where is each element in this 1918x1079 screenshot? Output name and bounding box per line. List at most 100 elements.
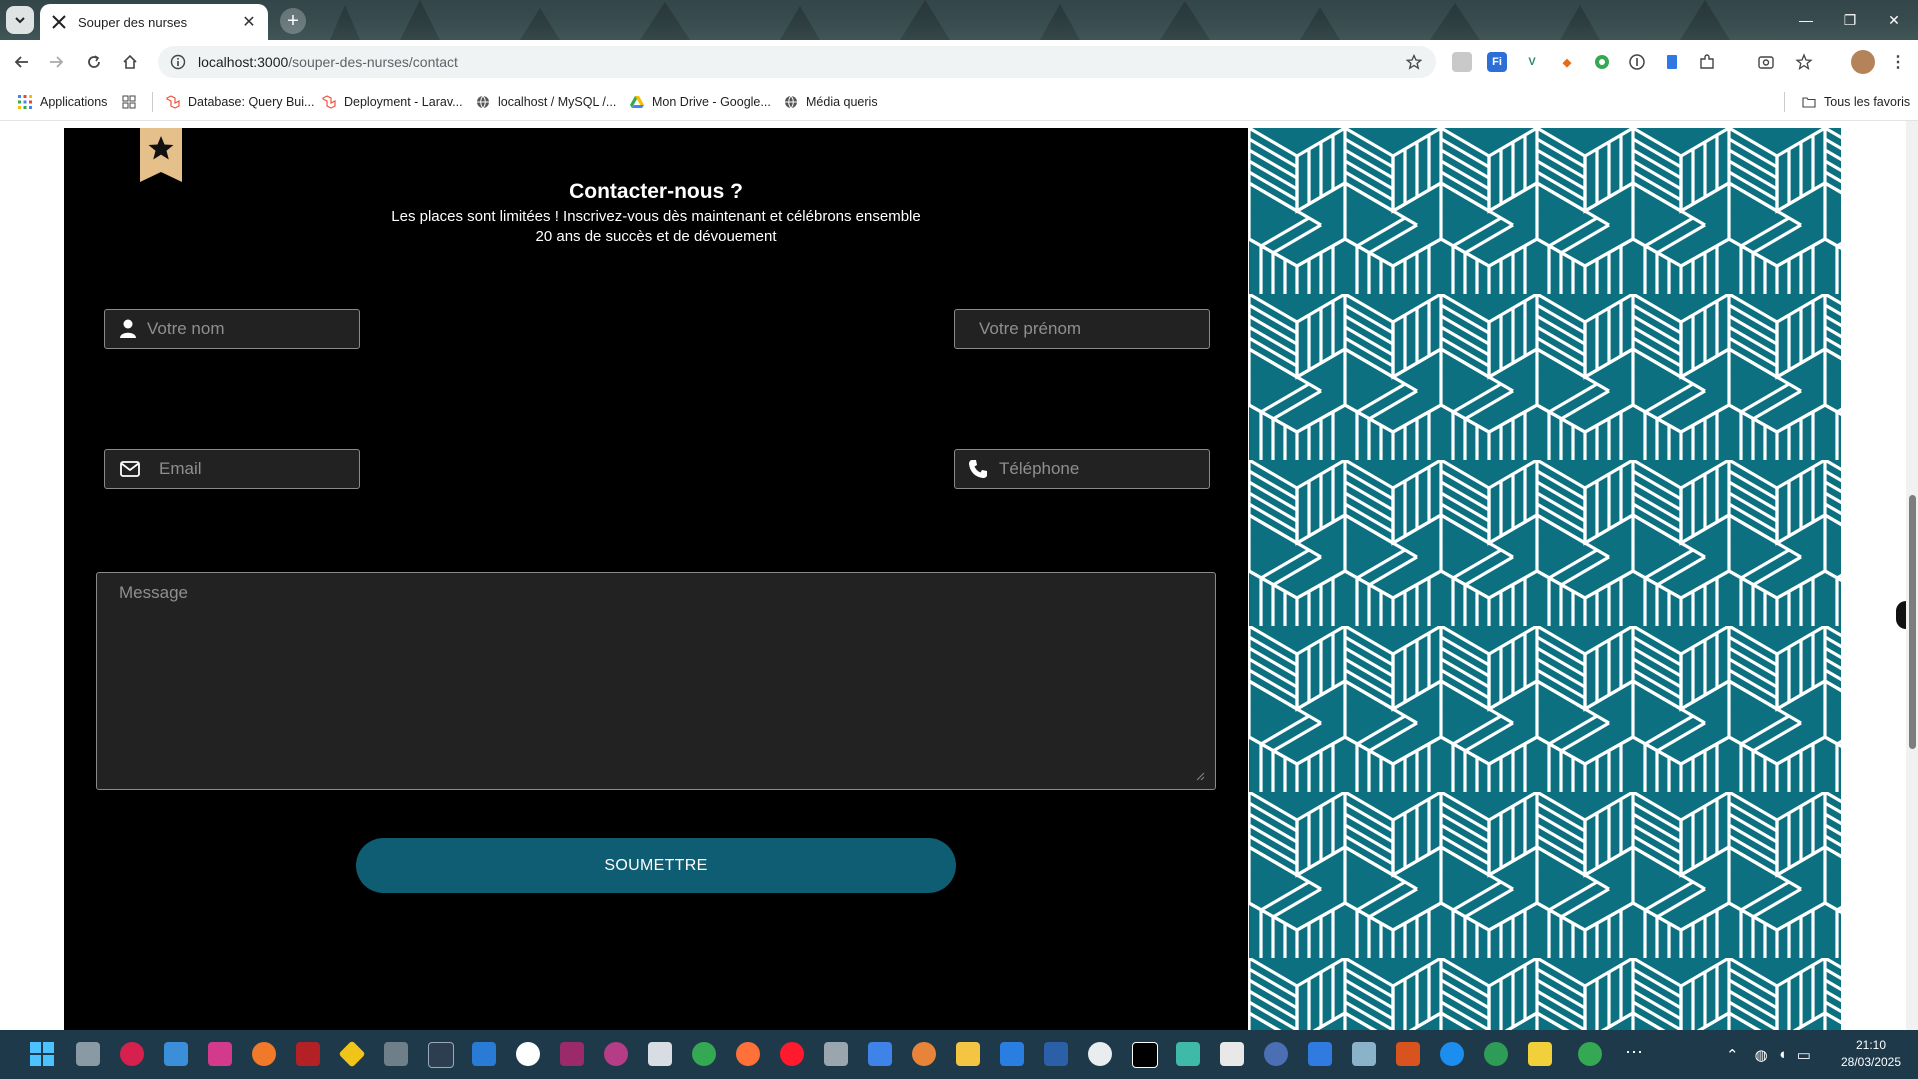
app-icon-globe[interactable] <box>1484 1042 1508 1066</box>
forward-button[interactable] <box>44 50 68 74</box>
more-apps-icon[interactable]: ⋯ <box>1622 1042 1646 1066</box>
favorites-icon[interactable] <box>1794 52 1814 72</box>
file-explorer-icon[interactable] <box>956 1042 980 1066</box>
tab-search-button[interactable] <box>6 6 34 34</box>
bookmark-localhost-mysql[interactable]: localhost / MySQL /... <box>476 93 616 111</box>
submit-button[interactable]: SOUMETTRE <box>356 838 956 893</box>
opera-icon[interactable] <box>780 1042 804 1066</box>
bookmark-label: Database: Query Bui... <box>188 95 315 109</box>
bookmark-star-icon[interactable] <box>1404 52 1424 72</box>
profile-avatar[interactable] <box>1851 50 1875 74</box>
menu-kebab-icon[interactable]: ⋮ <box>1888 52 1908 72</box>
skype-icon[interactable] <box>1440 1042 1464 1066</box>
task-view-icon[interactable] <box>76 1042 100 1066</box>
app-icon-azure[interactable] <box>1000 1042 1024 1066</box>
browser-tab-active[interactable]: Souper des nurses ✕ <box>40 4 268 40</box>
store-icon[interactable] <box>868 1042 892 1066</box>
fork-knife-icon <box>50 13 68 31</box>
app-icon-yellow[interactable] <box>1528 1042 1552 1066</box>
bookmark-database-query-builder[interactable]: Database: Query Bui... <box>166 93 314 111</box>
name-field[interactable]: Votre nom <box>104 309 360 349</box>
extensions-puzzle-icon[interactable] <box>1697 52 1717 72</box>
screenshot-icon[interactable] <box>1756 52 1776 72</box>
app-icon-calendar[interactable] <box>1220 1042 1244 1066</box>
bookmark-applications[interactable]: Applications <box>18 93 107 111</box>
floating-side-tab[interactable] <box>1896 601 1906 629</box>
tab-close-icon[interactable]: ✕ <box>240 13 258 31</box>
back-button[interactable] <box>10 50 34 74</box>
filezilla-icon[interactable] <box>296 1042 320 1066</box>
qbittorrent-icon[interactable] <box>1264 1042 1288 1066</box>
app-icon-info[interactable] <box>1044 1042 1068 1066</box>
app-icon-cube[interactable] <box>648 1042 672 1066</box>
all-bookmarks-folder[interactable]: Tous les favoris <box>1802 93 1910 111</box>
decorative-pattern-panel <box>1249 128 1841 1030</box>
vscode-icon[interactable] <box>472 1042 496 1066</box>
extension-clipboard-icon[interactable] <box>1662 52 1682 72</box>
extension-translate-icon[interactable] <box>1452 52 1472 72</box>
bookmark-media-queris[interactable]: Média queris <box>784 93 878 111</box>
app-icon-orange[interactable] <box>252 1042 276 1066</box>
address-bar[interactable]: localhost:3000/souper-des-nurses/contact <box>158 46 1436 78</box>
app-icon-clock[interactable] <box>1088 1042 1112 1066</box>
app-icon-purple[interactable] <box>560 1042 584 1066</box>
app-icon-gray[interactable] <box>824 1042 848 1066</box>
app-icon-teal[interactable] <box>1176 1042 1200 1066</box>
terminal-icon[interactable] <box>428 1042 454 1068</box>
volume-icon[interactable]: ◖ <box>1778 1046 1787 1063</box>
network-icon[interactable]: ◍ <box>1755 1046 1768 1064</box>
phone-field[interactable]: Téléphone <box>954 449 1210 489</box>
bookmarks-divider <box>152 92 153 112</box>
tray-chevron-up-icon[interactable]: ⌃ <box>1726 1046 1739 1064</box>
resize-handle-icon[interactable] <box>1195 771 1205 781</box>
close-window-button[interactable]: ✕ <box>1882 8 1906 32</box>
extension-tampermonkey-icon[interactable]: ◆ <box>1557 52 1577 72</box>
email-field[interactable]: Email <box>104 449 360 489</box>
battery-icon[interactable]: ▭ <box>1797 1046 1811 1064</box>
reload-button[interactable] <box>82 50 106 74</box>
home-icon <box>123 54 137 69</box>
app-icon-pink[interactable] <box>208 1042 232 1066</box>
phone-placeholder: Téléphone <box>999 459 1080 478</box>
chevron-down-icon <box>15 17 25 24</box>
scrollbar-thumb[interactable] <box>1909 495 1916 749</box>
geometric-pattern-image <box>1249 128 1841 1030</box>
extension-fi-icon[interactable]: Fi <box>1487 52 1507 72</box>
app-icon-red-circle[interactable] <box>120 1042 144 1066</box>
firstname-field[interactable]: Votre prénom <box>954 309 1210 349</box>
extension-vue-icon[interactable]: V <box>1522 52 1542 72</box>
reload-icon <box>88 55 100 68</box>
page-viewport: Contacter-nous ? Les places sont limitée… <box>0 121 1918 1030</box>
git-icon[interactable] <box>338 1040 366 1068</box>
message-textarea[interactable]: Message <box>96 572 1216 790</box>
windows-start-icon[interactable] <box>30 1042 54 1066</box>
search-app-icon[interactable] <box>912 1042 936 1066</box>
user-icon <box>117 318 139 340</box>
url-path: /souper-des-nurses/contact <box>288 54 458 70</box>
new-tab-button[interactable]: + <box>280 8 306 34</box>
app-icon-white-circle[interactable] <box>516 1042 540 1066</box>
bookmark-mon-drive[interactable]: Mon Drive - Google... <box>630 93 771 111</box>
app-icon-blue-boxes[interactable] <box>164 1042 188 1066</box>
chrome-icon[interactable] <box>692 1042 716 1066</box>
home-button[interactable] <box>118 50 142 74</box>
app-icon-pen[interactable] <box>1308 1042 1332 1066</box>
app-icon-dd[interactable] <box>1132 1042 1158 1068</box>
app-icon-settings[interactable] <box>384 1042 408 1066</box>
app-icon-magenta[interactable] <box>604 1042 628 1066</box>
restore-button[interactable]: ❐ <box>1838 8 1862 32</box>
contact-subtitle-line-2: 20 ans de succès et de dévouement <box>535 228 777 245</box>
extension-info-icon[interactable] <box>1627 52 1647 72</box>
site-info-icon[interactable] <box>168 52 188 72</box>
chrome-active-icon[interactable] <box>1578 1042 1602 1066</box>
taskbar-clock[interactable]: 21:10 28/03/2025 <box>1836 1037 1906 1071</box>
extension-chrome-color-icon[interactable] <box>1592 52 1612 72</box>
pdf-app-icon[interactable] <box>1396 1042 1420 1066</box>
firefox-icon[interactable] <box>736 1042 760 1066</box>
email-placeholder: Email <box>159 459 202 478</box>
tab-groups-icon[interactable] <box>122 93 136 111</box>
page-scrollbar[interactable] <box>1906 121 1918 1030</box>
app-icon-notes[interactable] <box>1352 1042 1376 1066</box>
bookmark-deployment-laravel[interactable]: Deployment - Larav... <box>322 93 463 111</box>
minimize-button[interactable]: — <box>1794 8 1818 32</box>
